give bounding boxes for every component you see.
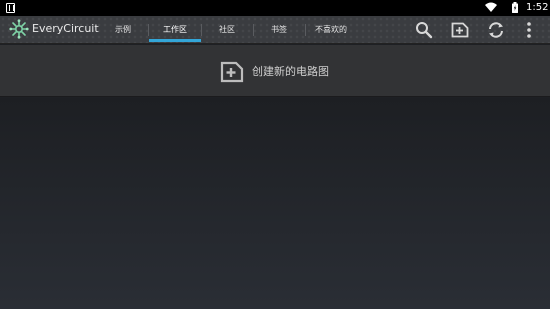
tab-disliked[interactable]: 不喜欢的	[308, 16, 354, 44]
create-new-circuit-label: 创建新的电路图	[252, 65, 329, 78]
tab-bookmarks[interactable]: 书签	[259, 16, 299, 44]
sync-icon[interactable]	[486, 20, 506, 40]
tab-separator	[253, 24, 254, 36]
create-new-circuit-button[interactable]: 创建新的电路图	[0, 45, 550, 97]
notification-icon	[6, 3, 15, 13]
app-bar: EveryCircuit 示例 工作区 社区 书签 不喜欢的	[0, 16, 550, 44]
active-tab-indicator	[149, 39, 201, 42]
status-clock: 1:52	[526, 2, 549, 13]
new-circuit-icon	[220, 61, 244, 83]
app-title: EveryCircuit	[32, 22, 99, 35]
status-bar: 1:52	[0, 0, 550, 16]
tab-separator	[305, 24, 306, 36]
battery-icon	[512, 2, 518, 13]
workspace-list-area	[0, 98, 550, 309]
tab-examples[interactable]: 示例	[105, 16, 141, 44]
screen: 1:52 EveryCircuit 示例 工作区 社区 书签 不喜欢的 创建新的…	[0, 0, 550, 309]
new-circuit-icon[interactable]	[450, 20, 470, 40]
everycircuit-logo-icon[interactable]	[9, 19, 29, 39]
tab-separator	[201, 24, 202, 36]
overflow-menu-icon[interactable]	[521, 20, 537, 40]
tab-community[interactable]: 社区	[208, 16, 246, 44]
wifi-icon	[485, 2, 497, 12]
search-icon[interactable]	[414, 20, 434, 40]
